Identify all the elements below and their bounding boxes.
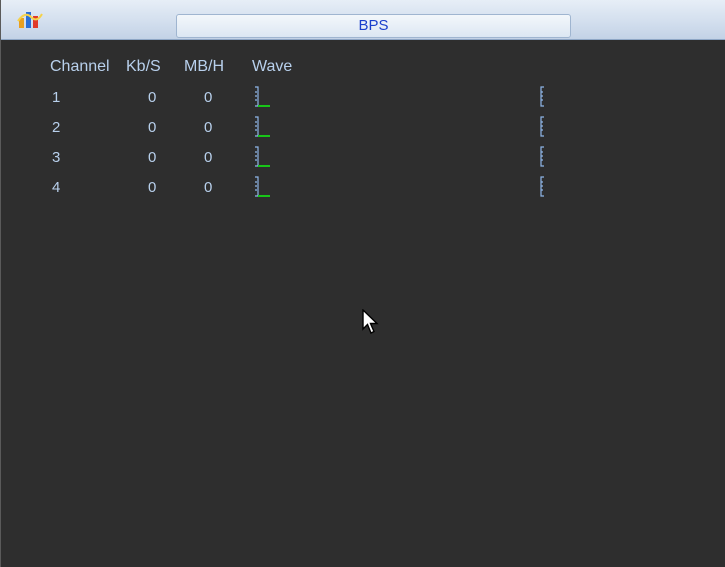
mbh-cell: 0 (204, 179, 213, 196)
mouse-cursor-icon (362, 309, 379, 334)
kbs-cell: 0 (148, 149, 157, 166)
kbs-cell: 0 (148, 89, 157, 106)
header-kbs: Kb/S (126, 58, 161, 75)
wave-scale-end (540, 176, 544, 197)
wave-graph (255, 116, 270, 137)
dvr-logo-icon (17, 12, 43, 28)
channel-cell: 4 (52, 179, 61, 196)
channel-cell: 2 (52, 119, 61, 136)
header-mbh: MB/H (184, 58, 224, 75)
wave-graph (255, 176, 270, 197)
kbs-cell: 0 (148, 119, 157, 136)
bps-window: BPS Channel Kb/S MB/H Wave 1 0 0 2 0 0 3… (0, 0, 725, 567)
wave-graph (255, 86, 270, 107)
header-channel: Channel (50, 58, 110, 75)
mbh-cell: 0 (204, 119, 213, 136)
kbs-cell: 0 (148, 179, 157, 196)
window-title: BPS (176, 14, 571, 38)
header-wave: Wave (252, 58, 293, 75)
mbh-cell: 0 (204, 89, 213, 106)
channel-cell: 1 (52, 89, 61, 106)
wave-scale-end (540, 86, 544, 107)
mbh-cell: 0 (204, 149, 213, 166)
wave-scale-end (540, 146, 544, 167)
channel-cell: 3 (52, 149, 61, 166)
title-bar: BPS (1, 0, 725, 40)
wave-scale-end (540, 116, 544, 137)
wave-graph (255, 146, 270, 167)
